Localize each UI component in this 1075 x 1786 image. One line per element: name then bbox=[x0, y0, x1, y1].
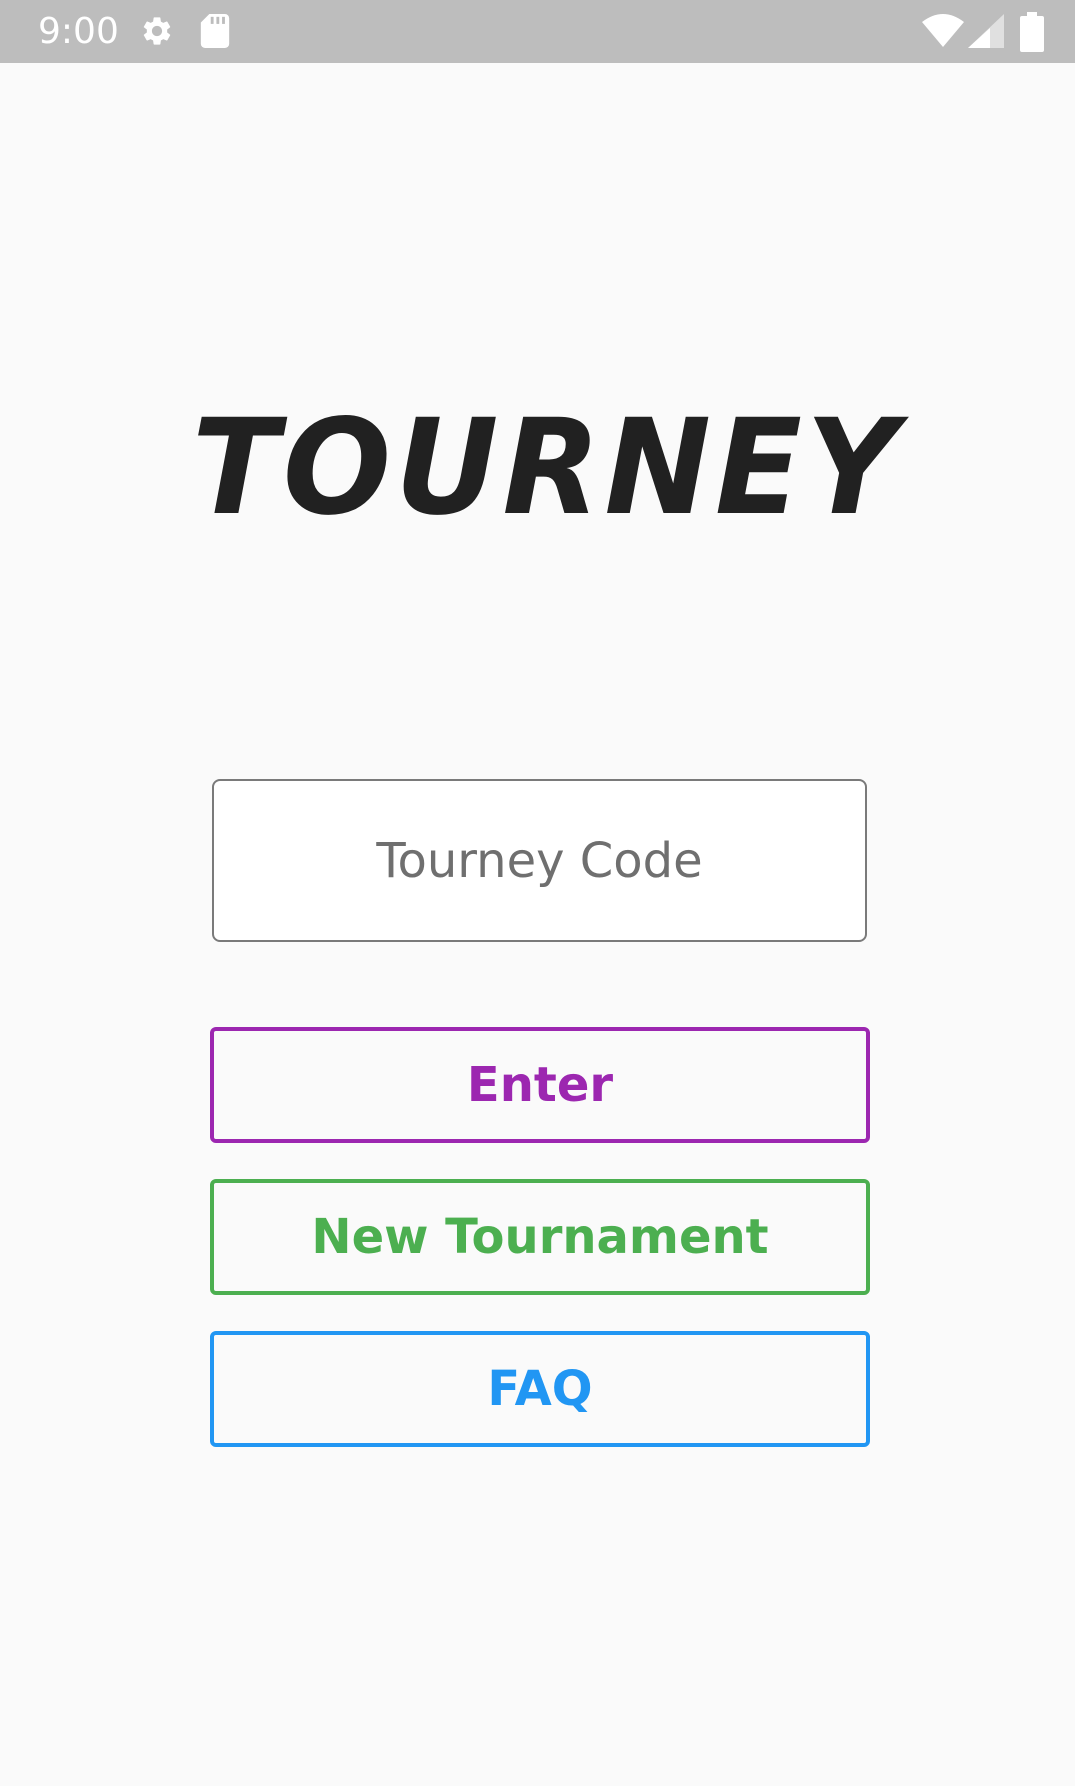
signal-icon bbox=[968, 14, 1004, 48]
status-time: 9:00 bbox=[38, 11, 119, 52]
app-logo-text: TOURNEY bbox=[192, 395, 909, 535]
gear-icon bbox=[143, 17, 171, 45]
faq-button[interactable]: FAQ bbox=[210, 1331, 870, 1447]
tourney-code-field[interactable] bbox=[212, 779, 867, 942]
wifi-icon bbox=[922, 14, 964, 47]
tourney-code-input[interactable] bbox=[214, 832, 865, 889]
battery-icon bbox=[1020, 12, 1044, 52]
app-logo: TOURNEY bbox=[192, 395, 909, 535]
enter-button[interactable]: Enter bbox=[210, 1027, 870, 1143]
new-tournament-button-label: New Tournament bbox=[311, 1209, 769, 1265]
new-tournament-button[interactable]: New Tournament bbox=[210, 1179, 870, 1295]
status-bar: 9:00 bbox=[0, 0, 1075, 63]
sd-card-icon bbox=[200, 14, 230, 48]
faq-button-label: FAQ bbox=[487, 1361, 593, 1417]
enter-button-label: Enter bbox=[466, 1057, 614, 1113]
